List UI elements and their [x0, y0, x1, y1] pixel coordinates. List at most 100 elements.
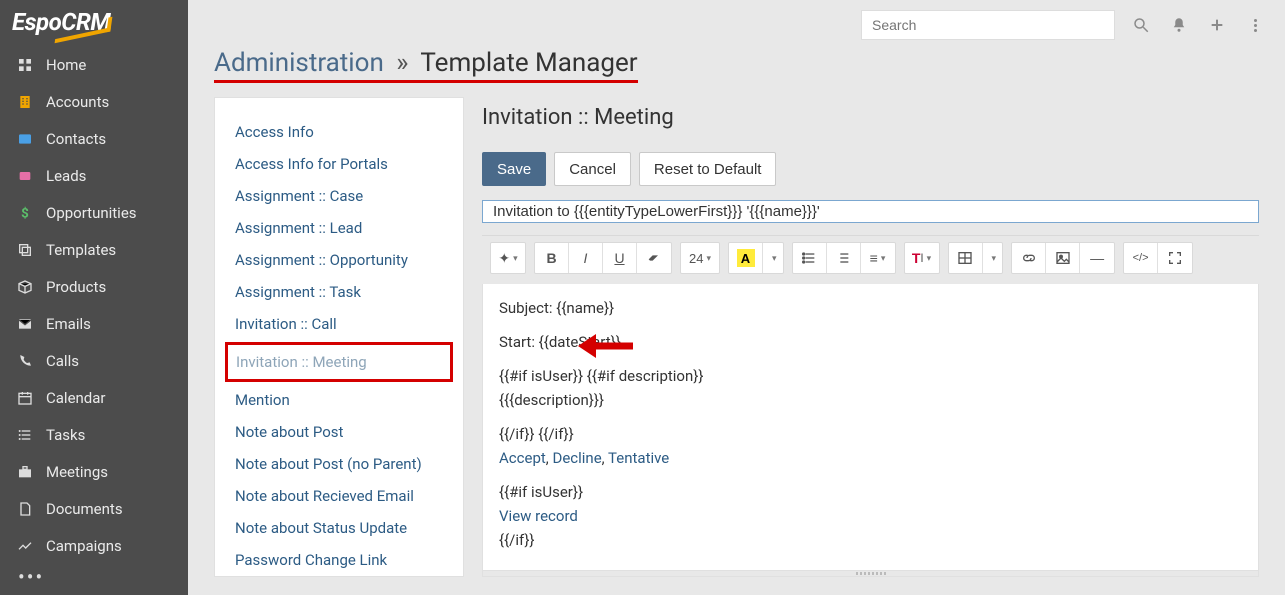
- sidebar-item-emails[interactable]: Emails: [0, 305, 188, 342]
- sidebar-item-label: Contacts: [46, 130, 106, 148]
- template-item[interactable]: Assignment :: Case: [235, 180, 443, 212]
- building-icon: [14, 94, 36, 110]
- sidebar-item-meetings[interactable]: Meetings: [0, 453, 188, 490]
- link-button[interactable]: [1012, 243, 1046, 273]
- box-icon: [14, 279, 36, 295]
- editor-line: {{#if isUser}} View record {{/if}}: [499, 480, 1242, 552]
- search-icon[interactable]: [1129, 13, 1153, 37]
- image-button[interactable]: [1046, 243, 1080, 273]
- bold-button[interactable]: B: [535, 243, 569, 273]
- template-item[interactable]: Invitation :: Call: [235, 308, 443, 340]
- template-item[interactable]: Reminder :: Call: [235, 576, 443, 577]
- mail-icon: [14, 316, 36, 332]
- codeview-button[interactable]: </>: [1124, 243, 1158, 273]
- editor-body[interactable]: Subject: {{name}} Start: {{dateStart}} {…: [482, 284, 1259, 571]
- sidebar-more[interactable]: •••: [0, 558, 188, 595]
- ol-button[interactable]: [827, 243, 861, 273]
- template-item[interactable]: Password Change Link: [235, 544, 443, 576]
- ul-button[interactable]: [793, 243, 827, 273]
- editor-panel: Invitation :: Meeting Save Cancel Reset …: [482, 97, 1259, 577]
- sidebar-item-label: Leads: [46, 167, 86, 185]
- dollar-icon: [14, 205, 36, 221]
- save-button[interactable]: Save: [482, 152, 546, 186]
- template-item[interactable]: Invitation :: Meeting: [225, 342, 453, 382]
- template-item[interactable]: Note about Status Update: [235, 512, 443, 544]
- template-item[interactable]: Note about Post: [235, 416, 443, 448]
- calendar-icon: [14, 390, 36, 406]
- editor-line: {{/if}} {{/if}} Accept, Decline, Tentati…: [499, 422, 1242, 470]
- breadcrumb: Administration » Template Manager: [214, 48, 638, 83]
- table-dropdown[interactable]: ▾: [983, 243, 1003, 273]
- text-color-button[interactable]: A: [729, 243, 763, 273]
- template-item[interactable]: Mention: [235, 384, 443, 416]
- underline-button[interactable]: U: [603, 243, 637, 273]
- breadcrumb-separator: »: [396, 48, 408, 78]
- sidebar-item-documents[interactable]: Documents: [0, 490, 188, 527]
- styles-button[interactable]: TI▾: [905, 243, 939, 273]
- editor-toolbar: ✦▾ B I U 24▾ A ▾ ≡▾ TI▾: [482, 235, 1259, 280]
- sidebar-item-label: Documents: [46, 500, 123, 518]
- editor-line: Start: {{dateStart}}: [499, 330, 1242, 354]
- template-item[interactable]: Note about Recieved Email: [235, 480, 443, 512]
- resize-handle[interactable]: [482, 571, 1259, 577]
- reset-button[interactable]: Reset to Default: [639, 152, 777, 186]
- subject-input[interactable]: [482, 200, 1259, 223]
- sidebar-item-templates[interactable]: Templates: [0, 231, 188, 268]
- template-item[interactable]: Note about Post (no Parent): [235, 448, 443, 480]
- templates-panel: Access Info Access Info for Portals Assi…: [214, 97, 464, 577]
- sidebar-item-calendar[interactable]: Calendar: [0, 379, 188, 416]
- sidebar-item-opportunities[interactable]: Opportunities: [0, 194, 188, 231]
- search-input[interactable]: [861, 10, 1115, 40]
- sidebar-item-label: Meetings: [46, 463, 108, 481]
- template-item[interactable]: Access Info for Portals: [235, 148, 443, 180]
- magic-icon[interactable]: ✦▾: [491, 243, 525, 273]
- sidebar-item-label: Emails: [46, 315, 91, 333]
- sidebar-item-contacts[interactable]: Contacts: [0, 120, 188, 157]
- table-button[interactable]: [949, 243, 983, 273]
- font-size-select[interactable]: 24▾: [681, 243, 719, 273]
- page-title: Template Manager: [420, 48, 637, 78]
- phone-icon: [14, 353, 36, 369]
- editor-line: {{#if isUser}} {{#if description}}{{{des…: [499, 364, 1242, 412]
- breadcrumb-admin-link[interactable]: Administration: [214, 48, 384, 78]
- template-item[interactable]: Assignment :: Lead: [235, 212, 443, 244]
- sidebar-item-label: Products: [46, 278, 106, 296]
- sidebar-item-label: Templates: [46, 241, 116, 259]
- topbar: [188, 0, 1285, 44]
- layers-icon: [14, 242, 36, 258]
- sidebar-item-label: Accounts: [46, 93, 109, 111]
- sidebar: EspoCRM Home Accounts Contacts Leads Opp…: [0, 0, 188, 595]
- sidebar-item-accounts[interactable]: Accounts: [0, 83, 188, 120]
- sidebar-item-home[interactable]: Home: [0, 46, 188, 83]
- sidebar-item-label: Opportunities: [46, 204, 137, 222]
- hr-button[interactable]: —: [1080, 243, 1114, 273]
- sidebar-item-calls[interactable]: Calls: [0, 342, 188, 379]
- editor-title: Invitation :: Meeting: [482, 97, 1259, 152]
- bell-icon[interactable]: [1167, 13, 1191, 37]
- template-item[interactable]: Assignment :: Task: [235, 276, 443, 308]
- sidebar-item-products[interactable]: Products: [0, 268, 188, 305]
- menu-icon[interactable]: [1243, 13, 1267, 37]
- sidebar-item-tasks[interactable]: Tasks: [0, 416, 188, 453]
- sidebar-item-campaigns[interactable]: Campaigns: [0, 527, 188, 558]
- cancel-button[interactable]: Cancel: [554, 152, 631, 186]
- text-color-dropdown[interactable]: ▾: [763, 243, 783, 273]
- plus-icon[interactable]: [1205, 13, 1229, 37]
- template-item[interactable]: Access Info: [235, 116, 443, 148]
- tentative-link[interactable]: Tentative: [608, 449, 669, 467]
- italic-button[interactable]: I: [569, 243, 603, 273]
- accept-link[interactable]: Accept: [499, 449, 546, 467]
- sidebar-item-label: Calls: [46, 352, 79, 370]
- decline-link[interactable]: Decline: [552, 449, 601, 467]
- brand-logo[interactable]: EspoCRM: [0, 0, 188, 46]
- erase-button[interactable]: [637, 243, 671, 273]
- doc-icon: [14, 501, 36, 517]
- fullscreen-button[interactable]: [1158, 243, 1192, 273]
- align-button[interactable]: ≡▾: [861, 243, 895, 273]
- grid-icon: [14, 57, 36, 73]
- template-item[interactable]: Assignment :: Opportunity: [235, 244, 443, 276]
- id-card-icon: [14, 131, 36, 147]
- view-record-link[interactable]: View record: [499, 507, 578, 525]
- sidebar-item-leads[interactable]: Leads: [0, 157, 188, 194]
- sidebar-item-label: Tasks: [46, 426, 85, 444]
